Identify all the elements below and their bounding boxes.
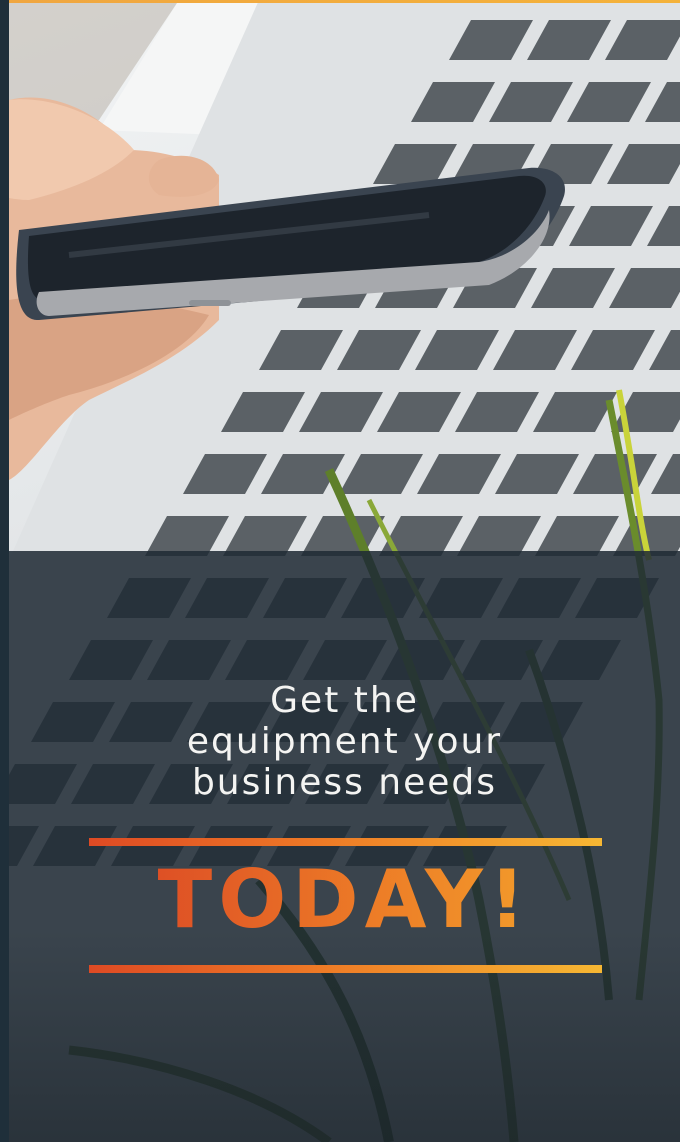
headline-line-2: equipment your [186,721,503,762]
promo-banner: Get the equipment your business needs TO… [0,0,680,1142]
headline-line-1: Get the [270,680,419,721]
top-accent-strip [9,0,680,3]
headline: Get the equipment your business needs [9,680,680,803]
left-edge-strip [0,0,9,1142]
accent-rule-bottom [89,965,602,973]
emphasis-text: TODAY! [9,852,680,948]
accent-rule-top [89,838,602,846]
headline-line-3: business needs [191,762,498,803]
overlay-shade [9,930,680,1142]
